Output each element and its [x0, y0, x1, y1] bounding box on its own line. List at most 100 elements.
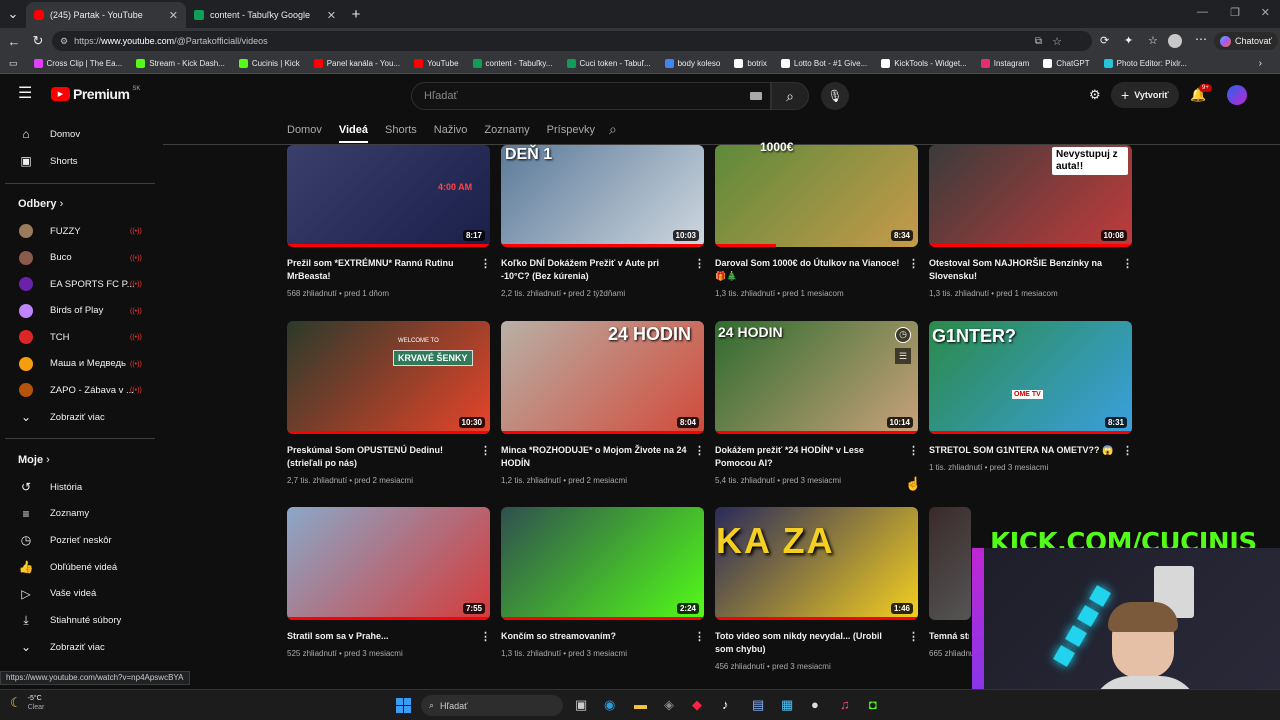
bookmark-star-icon[interactable]: ☆ [1052, 35, 1062, 48]
subscription-item[interactable]: ZAPO - Zábava v ... ((•)) [0, 377, 156, 403]
cast-icon[interactable]: ⚙ [1089, 87, 1101, 103]
subscription-item[interactable]: FUZZY ((•)) [0, 218, 156, 244]
more-actions-icon[interactable]: ⋮ [1122, 257, 1133, 270]
channel-tab[interactable]: Naživo [434, 124, 468, 136]
microphone-icon[interactable]: 🎙 [821, 82, 849, 110]
more-actions-icon[interactable]: ⋮ [480, 444, 491, 457]
bookmark-item[interactable]: YouTube [414, 59, 459, 68]
copilot-chat-button[interactable]: Chatovať [1214, 32, 1278, 50]
more-actions-icon[interactable]: ⋮ [1122, 444, 1133, 457]
weather-widget[interactable]: ☾ -5°C Clear [10, 694, 44, 712]
bookmarks-folder-icon[interactable]: ▭ [9, 58, 18, 69]
video-title[interactable]: Dokážem prežiť *24 HODÍN* v Lese Pomocou… [715, 444, 901, 470]
watch-later-thumb-icon[interactable]: ◷ [895, 327, 911, 343]
bookmark-item[interactable]: ChatGPT [1043, 59, 1090, 68]
channel-tab[interactable]: Zoznamy [484, 124, 529, 136]
obs-icon[interactable]: ● [811, 697, 819, 712]
store-icon[interactable]: ◈ [664, 697, 674, 713]
sidebar-item-liked[interactable]: 👍 Obľúbené videá [0, 554, 156, 580]
sidebar-item-playlists[interactable]: ≡ Zoznamy [0, 501, 156, 527]
video-title[interactable]: Temná str [929, 630, 969, 643]
bookmark-item[interactable]: Cross Clip | The Ea... [33, 59, 122, 68]
extension-puzzle-icon[interactable]: ✦ [1124, 34, 1133, 47]
channel-tab[interactable]: Príspevky [547, 124, 595, 136]
video-thumbnail[interactable]: 2:24 [501, 507, 704, 620]
tab-close-icon[interactable]: ✕ [327, 9, 336, 22]
bookmark-item[interactable]: body koleso [664, 59, 720, 68]
sidebar-item-home[interactable]: ⌂ Domov [0, 121, 156, 147]
subscriptions-heading[interactable]: Odbery › [18, 198, 63, 210]
new-tab-button[interactable]: + [344, 6, 368, 23]
start-button-icon[interactable] [396, 698, 411, 713]
youtube-logo[interactable]: ▶ Premium SK [51, 86, 140, 102]
video-thumbnail[interactable]: 10:30 [287, 321, 490, 434]
sidebar-item-history[interactable]: ↺ História [0, 474, 156, 500]
capcut-icon[interactable]: ♫ [840, 697, 850, 712]
tab-close-icon[interactable]: ✕ [169, 9, 178, 22]
favorites-icon[interactable]: ☆ [1148, 34, 1158, 47]
photos-icon[interactable]: ▦ [781, 697, 793, 713]
browser-tab-sheets[interactable]: content - Tabuľky Google ✕ [186, 2, 344, 28]
more-actions-icon[interactable]: ⋮ [694, 630, 705, 643]
account-avatar[interactable] [1227, 85, 1247, 105]
notepad-icon[interactable]: ▤ [752, 697, 764, 713]
more-actions-icon[interactable]: ⋮ [480, 257, 491, 270]
video-title[interactable]: Preskúmal Som OPUSTENÚ Dedinu! (strieľal… [287, 444, 473, 470]
video-title[interactable]: Koľko DNÍ Dokážem Prežiť v Aute pri -10°… [501, 257, 687, 283]
video-title[interactable]: Toto video som nikdy nevydal... (Urobil … [715, 630, 901, 656]
extensions-icon[interactable]: ⟳ [1100, 34, 1109, 47]
tab-list-chevron-icon[interactable]: ⌄ [0, 6, 26, 22]
video-thumbnail[interactable]: 8:34 [715, 145, 918, 247]
video-title[interactable]: STRETOL SOM G1NTERA NA OMETV?? 😱 [929, 444, 1115, 457]
maximize-icon[interactable]: ❐ [1230, 6, 1240, 19]
url-bar[interactable]: ⚙ https://www.youtube.com/@Partakofficia… [52, 31, 1092, 51]
add-to-queue-thumb-icon[interactable]: ☰ [895, 348, 911, 364]
close-window-icon[interactable]: ✕ [1261, 6, 1270, 19]
browser-menu-icon[interactable]: ⋯ [1195, 32, 1207, 46]
more-actions-icon[interactable]: ⋮ [908, 630, 919, 643]
video-title[interactable]: Daroval Som 1000€ do Útulkov na Vianoce!… [715, 257, 901, 283]
channel-search-icon[interactable]: ⌕ [609, 121, 617, 138]
taskbar-search-input[interactable]: ⌕ Hľadať [421, 695, 563, 716]
channel-tab[interactable]: Domov [287, 124, 322, 136]
video-title[interactable]: Stratil som sa v Prahe... [287, 630, 473, 643]
kick-app-icon[interactable]: ◘ [869, 697, 877, 712]
more-actions-icon[interactable]: ⋮ [908, 444, 919, 457]
bookmark-item[interactable]: content - Tabuľky... [472, 59, 553, 68]
video-title[interactable]: Prežil som *EXTRÉMNU* Rannú Rutinu MrBea… [287, 257, 473, 283]
reload-icon[interactable]: ↻ [26, 33, 50, 49]
bookmark-item[interactable]: botrix [734, 59, 767, 68]
bookmark-item[interactable]: Lotto Bot - #1 Give... [780, 59, 867, 68]
subscription-item[interactable]: Buco ((•)) [0, 245, 156, 271]
more-actions-icon[interactable]: ⋮ [908, 257, 919, 270]
video-title[interactable]: Otestoval Som NAJHORŠIE Benzínky na Slov… [929, 257, 1115, 283]
sidebar-item-your-videos[interactable]: ▷ Vaše videá [0, 581, 156, 607]
browser-tab-youtube[interactable]: (245) Partak - YouTube ✕ [26, 2, 186, 28]
profile-avatar[interactable] [1168, 34, 1182, 48]
channel-tab[interactable]: Shorts [385, 124, 417, 136]
video-title[interactable]: Minca *ROZHODUJE* o Mojom Živote na 24 H… [501, 444, 687, 470]
subscription-item[interactable]: Маша и Медведь ((•)) [0, 351, 156, 377]
channel-tab[interactable]: Videá [338, 124, 368, 143]
sidebar-item-downloads[interactable]: ⤓ Stiahnuté súbory [0, 608, 156, 634]
create-button[interactable]: + Vytvoriť [1111, 82, 1179, 108]
subscription-item[interactable]: Birds of Play ((•)) [0, 298, 156, 324]
video-thumbnail[interactable]: 7:55 [287, 507, 490, 620]
keyboard-icon[interactable] [750, 92, 762, 100]
bookmark-item[interactable]: Instagram [980, 59, 1029, 68]
bookmark-item[interactable]: Panel kanála - You... [313, 59, 400, 68]
minimize-icon[interactable]: — [1197, 6, 1208, 18]
tiktok-icon[interactable]: ♪ [722, 697, 729, 712]
you-heading[interactable]: Moje › [18, 454, 50, 466]
edge-browser-icon[interactable]: ◉ [604, 697, 615, 713]
task-view-icon[interactable]: ▣ [575, 697, 587, 713]
more-actions-icon[interactable]: ⋮ [480, 630, 491, 643]
bookmarks-more-chevron-icon[interactable]: › [1259, 58, 1262, 69]
bookmark-item[interactable]: KickTools - Widget... [881, 59, 967, 68]
bookmark-item[interactable]: Photo Editor: Pixlr... [1103, 59, 1187, 68]
install-app-icon[interactable]: ⧉ [1035, 36, 1042, 47]
search-icon[interactable]: ⌕ [771, 82, 809, 110]
subscription-item[interactable]: EA SPORTS FC P... ((•)) [0, 271, 156, 297]
app-icon[interactable]: ◆ [692, 697, 702, 713]
sidebar-item-shorts[interactable]: ▣ Shorts [0, 148, 156, 174]
